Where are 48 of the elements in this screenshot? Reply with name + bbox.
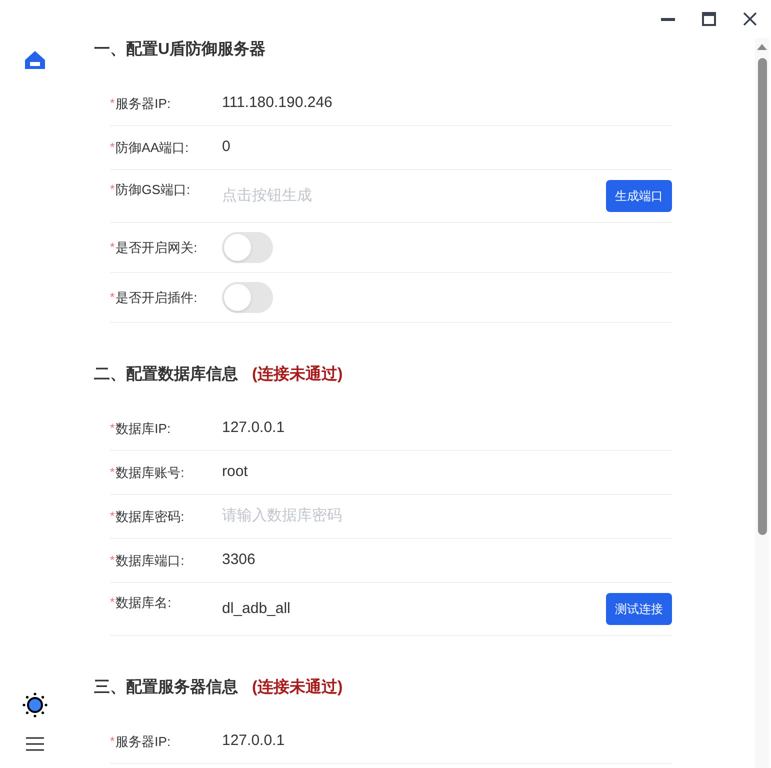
scrollbar[interactable] [755, 38, 769, 768]
required-mark: * [110, 466, 115, 480]
field-label: 防御GS端口: [116, 182, 190, 198]
required-mark: * [110, 510, 115, 524]
connection-status: (连接未通过) [252, 364, 343, 385]
required-mark: * [110, 554, 115, 568]
input-field[interactable]: root [222, 461, 672, 484]
field-label: 数据库密码: [116, 508, 184, 524]
maximize-icon[interactable] [702, 12, 716, 26]
field-label: 数据库端口: [116, 552, 184, 568]
required-mark: * [110, 183, 115, 198]
required-mark: * [110, 290, 115, 306]
required-mark: * [110, 734, 115, 750]
input-field[interactable]: 0 [222, 136, 672, 159]
input-field[interactable]: 3306 [222, 549, 672, 572]
scrollbar-thumb[interactable] [758, 58, 766, 535]
required-mark: * [110, 140, 115, 156]
input-field[interactable]: dl_adb_all [222, 598, 606, 620]
input-field[interactable]: 请输入数据库密码 [222, 505, 672, 528]
section-title: 三、配置服务器信息 [94, 678, 238, 698]
close-icon[interactable] [743, 12, 757, 26]
field-label: 是否开启插件: [116, 290, 198, 306]
input-field[interactable]: 127.0.0.1 [222, 730, 672, 753]
input-field[interactable]: 111.180.190.246 [222, 92, 672, 115]
field-label: 服务器IP: [116, 96, 171, 112]
section-title: 一、配置U盾防御服务器 [94, 39, 266, 60]
menu-icon[interactable] [25, 736, 45, 752]
field-label: 是否开启网关: [116, 240, 198, 256]
field-label: 数据库名: [116, 595, 172, 611]
action-button[interactable]: 测试连接 [606, 593, 672, 625]
required-mark: * [110, 596, 115, 611]
field-label: 数据库账号: [116, 464, 184, 480]
toggle-switch[interactable] [222, 282, 273, 313]
required-mark: * [110, 422, 115, 436]
section-title: 二、配置数据库信息 [94, 364, 238, 385]
input-field[interactable]: 点击按钮生成 [222, 184, 606, 208]
action-button[interactable]: 生成端口 [606, 180, 672, 212]
toggle-switch[interactable] [222, 232, 273, 263]
field-label: 防御AA端口: [116, 140, 189, 156]
field-label: 服务器IP: [116, 734, 171, 750]
input-field[interactable]: 127.0.0.1 [222, 417, 672, 440]
sun-icon[interactable] [22, 692, 48, 718]
scroll-up-icon[interactable] [757, 44, 767, 50]
field-label: 数据库IP: [116, 420, 171, 436]
required-mark: * [110, 96, 115, 112]
home-icon[interactable] [24, 50, 46, 70]
required-mark: * [110, 240, 115, 256]
connection-status: (连接未通过) [252, 677, 343, 698]
